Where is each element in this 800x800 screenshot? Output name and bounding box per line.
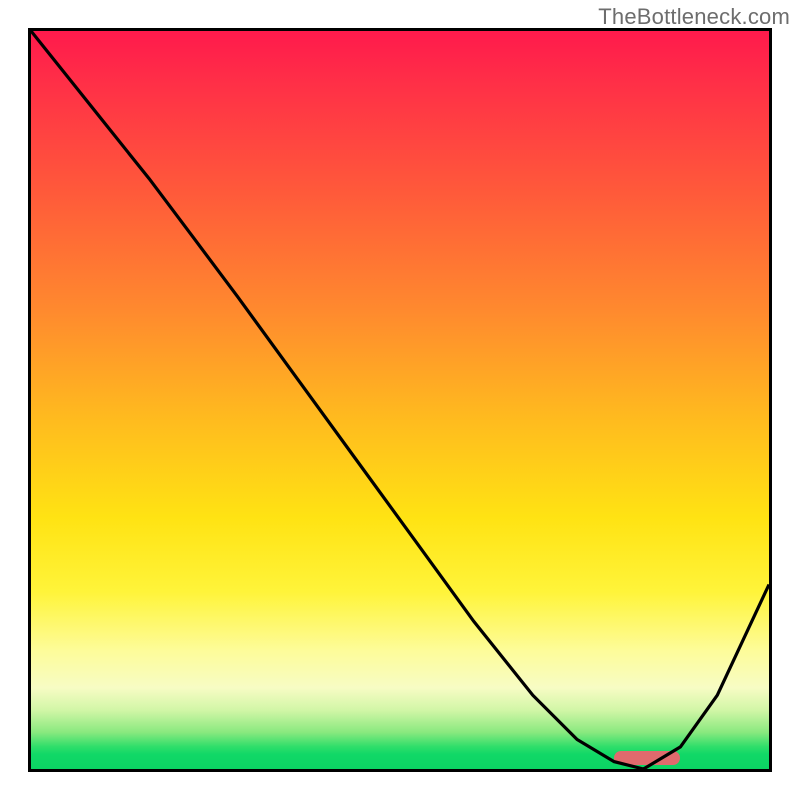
curve-path xyxy=(31,31,769,769)
watermark-text: TheBottleneck.com xyxy=(598,4,790,30)
chart-frame xyxy=(28,28,772,772)
chart-container: TheBottleneck.com xyxy=(0,0,800,800)
bottleneck-curve xyxy=(31,31,769,769)
